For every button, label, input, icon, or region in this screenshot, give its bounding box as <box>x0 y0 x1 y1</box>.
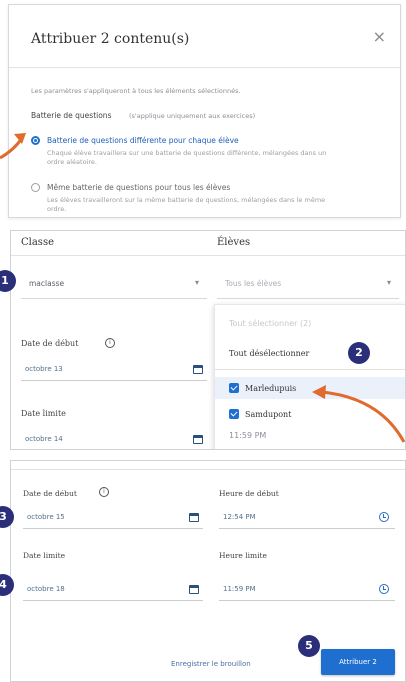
start-date-value: octobre 13 <box>25 365 63 373</box>
start-time-field[interactable]: 12:54 PM <box>219 507 395 529</box>
student-option[interactable]: Samdupont <box>245 410 291 419</box>
due-date-field[interactable]: octobre 18 <box>23 579 203 601</box>
info-icon[interactable]: i <box>105 338 115 348</box>
start-date-field[interactable]: octobre 15 <box>23 507 203 529</box>
option-same-bank-desc: Les élèves travailleront sur la même bat… <box>47 196 326 213</box>
step-badge: 2 <box>348 342 370 364</box>
pointer-arrow-icon <box>312 385 406 443</box>
start-time-label: Heure de début <box>219 489 279 498</box>
deselect-all-option[interactable]: Tout désélectionner <box>229 349 309 358</box>
close-icon[interactable]: × <box>373 27 386 46</box>
question-bank-label: Batterie de questions <box>31 111 112 120</box>
start-date-field[interactable]: octobre 13 <box>21 359 207 381</box>
class-select[interactable]: maclasse ▾ <box>21 269 207 299</box>
modal-title: Attribuer 2 contenu(s) <box>31 31 190 47</box>
clock-icon[interactable] <box>379 512 389 522</box>
due-date-label: Date limite <box>21 409 66 418</box>
assign-button[interactable]: Attribuer 2 <box>321 649 395 675</box>
student-checkbox[interactable] <box>229 409 239 419</box>
students-header: Élèves <box>217 237 251 248</box>
due-time-label: Heure limite <box>219 551 267 560</box>
info-icon[interactable]: i <box>99 487 109 497</box>
radio-same-bank[interactable] <box>31 183 40 192</box>
due-date-value: octobre 18 <box>27 585 65 593</box>
calendar-icon[interactable] <box>189 585 199 594</box>
option-different-bank-desc: Chaque élève travaillera sur une batteri… <box>47 149 327 166</box>
schedule-panel: Date de début i Heure de début octobre 1… <box>10 460 406 682</box>
settings-intro: Les paramètres s'appliqueront à tous les… <box>31 87 241 95</box>
start-date-label: Date de début <box>23 489 77 498</box>
start-date-label: Date de début <box>21 339 79 348</box>
start-time-value: 12:54 PM <box>223 513 256 521</box>
calendar-icon[interactable] <box>189 513 199 522</box>
select-all-option[interactable]: Tout sélectionner (2) <box>229 319 311 328</box>
option-same-bank-label[interactable]: Même batterie de questions pour tous les… <box>47 183 230 192</box>
chevron-down-icon: ▾ <box>194 278 199 287</box>
calendar-icon[interactable] <box>193 365 203 374</box>
step-badge: 5 <box>298 635 320 657</box>
divider <box>11 469 405 470</box>
option-different-bank-label[interactable]: Batterie de questions différente pour ch… <box>47 136 239 145</box>
calendar-icon[interactable] <box>193 435 203 444</box>
divider <box>215 369 405 370</box>
due-date-label: Date limite <box>23 551 66 560</box>
question-bank-note: (s'applique uniquement aux exercices) <box>129 112 256 120</box>
pointer-arrow-icon <box>0 133 26 160</box>
students-select-value: Tous les élèves <box>225 279 282 288</box>
divider <box>11 255 405 256</box>
radio-different-bank[interactable] <box>31 136 40 145</box>
due-time-field[interactable]: 11:59 PM <box>219 579 395 601</box>
due-date-value: octobre 14 <box>25 435 63 443</box>
time-peek: 11:59 PM <box>229 431 267 440</box>
student-checkbox[interactable] <box>229 383 239 393</box>
class-select-value: maclasse <box>29 279 65 288</box>
divider <box>9 67 400 68</box>
start-date-value: octobre 15 <box>27 513 65 521</box>
assign-content-modal: Attribuer 2 contenu(s) × Les paramètres … <box>8 4 401 218</box>
chevron-down-icon: ▾ <box>386 278 391 287</box>
students-select[interactable]: Tous les élèves ▾ <box>217 269 399 299</box>
due-date-field[interactable]: octobre 14 <box>21 429 207 449</box>
clock-icon[interactable] <box>379 584 389 594</box>
student-option[interactable]: Marledupuis <box>245 384 296 393</box>
due-time-value: 11:59 PM <box>223 585 256 593</box>
class-header: Classe <box>21 237 54 248</box>
save-draft-button[interactable]: Enregistrer le brouillon <box>171 660 251 668</box>
